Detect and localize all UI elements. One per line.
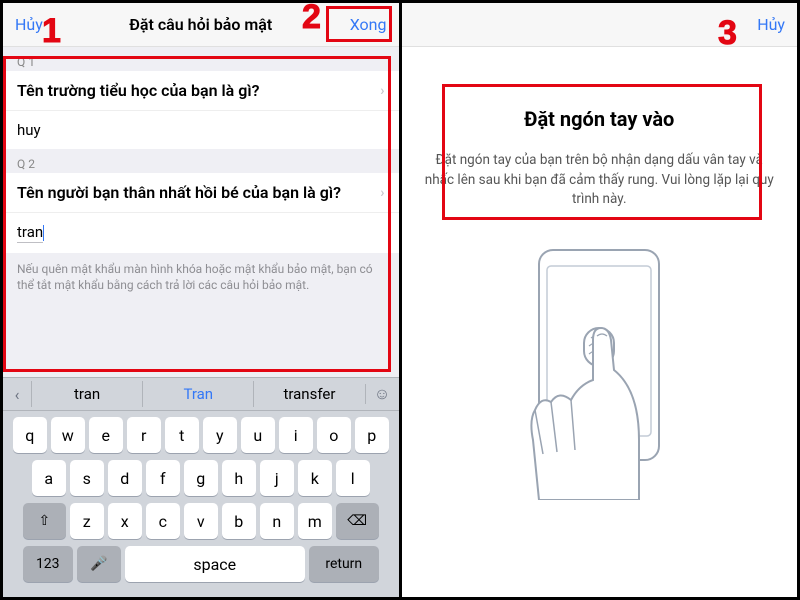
- q1-answer-value: huy: [17, 121, 41, 139]
- soft-keyboard: q w e r t y u i o p a s d f g h j k l: [3, 411, 399, 597]
- fingerprint-description: Đặt ngón tay của bạn trên bộ nhận dạng d…: [424, 151, 776, 210]
- hand-on-phone-icon: [489, 240, 709, 500]
- key-i[interactable]: i: [279, 417, 313, 453]
- key-v[interactable]: v: [184, 503, 218, 539]
- suggestion-collapse-icon[interactable]: ‹: [3, 385, 31, 404]
- key-space[interactable]: space: [125, 546, 305, 582]
- key-y[interactable]: y: [203, 417, 237, 453]
- keyboard-suggestion-bar: ‹ tran Tran transfer ☺: [3, 377, 399, 411]
- key-u[interactable]: u: [241, 417, 275, 453]
- emoji-icon[interactable]: ☺: [365, 384, 399, 404]
- key-f[interactable]: f: [146, 460, 180, 496]
- q1-question: Tên trường tiểu học của bạn là gì?: [17, 81, 259, 100]
- page-title: Đặt câu hỏi bảo mật: [129, 15, 272, 34]
- fingerprint-title: Đặt ngón tay vào: [424, 107, 776, 131]
- key-p[interactable]: p: [355, 417, 389, 453]
- q2-answer-input[interactable]: tran: [3, 213, 399, 253]
- key-h[interactable]: h: [222, 460, 256, 496]
- q1-label: Q 1: [3, 47, 399, 71]
- key-n[interactable]: n: [260, 503, 294, 539]
- navbar-right: Hủy: [402, 3, 798, 47]
- key-g[interactable]: g: [184, 460, 218, 496]
- q1-answer-input[interactable]: huy: [3, 111, 399, 149]
- key-numbers[interactable]: 123: [23, 546, 73, 582]
- annotation-number-3: 3: [718, 14, 737, 53]
- key-return[interactable]: return: [309, 546, 379, 582]
- key-s[interactable]: s: [70, 460, 104, 496]
- q2-question: Tên người bạn thân nhất hồi bé của bạn l…: [17, 183, 341, 202]
- key-t[interactable]: t: [165, 417, 199, 453]
- key-k[interactable]: k: [298, 460, 332, 496]
- chevron-right-icon: ›: [380, 83, 384, 99]
- suggestion-1[interactable]: tran: [31, 381, 142, 407]
- suggestion-3[interactable]: transfer: [253, 381, 364, 407]
- key-z[interactable]: z: [70, 503, 104, 539]
- key-m[interactable]: m: [298, 503, 332, 539]
- q1-group: Tên trường tiểu học của bạn là gì? › huy: [3, 71, 399, 149]
- fingerprint-illustration: [402, 240, 798, 597]
- key-r[interactable]: r: [127, 417, 161, 453]
- q2-label: Q 2: [3, 149, 399, 173]
- screen-fingerprint-setup: Hủy Đặt ngón tay vào Đặt ngón tay của bạ…: [402, 3, 798, 597]
- q2-question-row[interactable]: Tên người bạn thân nhất hồi bé của bạn l…: [3, 173, 399, 213]
- key-w[interactable]: w: [51, 417, 85, 453]
- key-b[interactable]: b: [222, 503, 256, 539]
- tutorial-frame: Hủy Đặt câu hỏi bảo mật Xong Q 1 Tên trư…: [0, 0, 800, 600]
- q1-question-row[interactable]: Tên trường tiểu học của bạn là gì? ›: [3, 71, 399, 111]
- q2-answer-value: tran: [17, 223, 43, 243]
- key-q[interactable]: q: [13, 417, 47, 453]
- navbar-left: Hủy Đặt câu hỏi bảo mật Xong: [3, 3, 399, 47]
- key-a[interactable]: a: [32, 460, 66, 496]
- text-caret: [43, 225, 44, 241]
- cancel-button-right[interactable]: Hủy: [735, 15, 785, 34]
- key-d[interactable]: d: [108, 460, 142, 496]
- chevron-right-icon: ›: [380, 185, 384, 201]
- key-o[interactable]: o: [317, 417, 351, 453]
- screen-security-questions: Hủy Đặt câu hỏi bảo mật Xong Q 1 Tên trư…: [3, 3, 402, 597]
- suggestion-2[interactable]: Tran: [142, 381, 253, 407]
- questions-form: Q 1 Tên trường tiểu học của bạn là gì? ›…: [3, 47, 399, 377]
- key-mic[interactable]: 🎤: [77, 546, 121, 582]
- key-shift[interactable]: ⇧: [23, 503, 66, 539]
- done-button[interactable]: Xong: [337, 15, 387, 34]
- key-backspace[interactable]: ⌫: [336, 503, 379, 539]
- hint-text: Nếu quên mật khẩu màn hình khóa hoặc mật…: [3, 253, 399, 303]
- fingerprint-instructions: Đặt ngón tay vào Đặt ngón tay của bạn tr…: [402, 47, 798, 210]
- key-c[interactable]: c: [146, 503, 180, 539]
- q2-group: Tên người bạn thân nhất hồi bé của bạn l…: [3, 173, 399, 253]
- key-l[interactable]: l: [336, 460, 370, 496]
- key-x[interactable]: x: [108, 503, 142, 539]
- key-e[interactable]: e: [89, 417, 123, 453]
- annotation-number-2: 2: [302, 0, 321, 37]
- annotation-number-1: 1: [42, 12, 61, 51]
- key-j[interactable]: j: [260, 460, 294, 496]
